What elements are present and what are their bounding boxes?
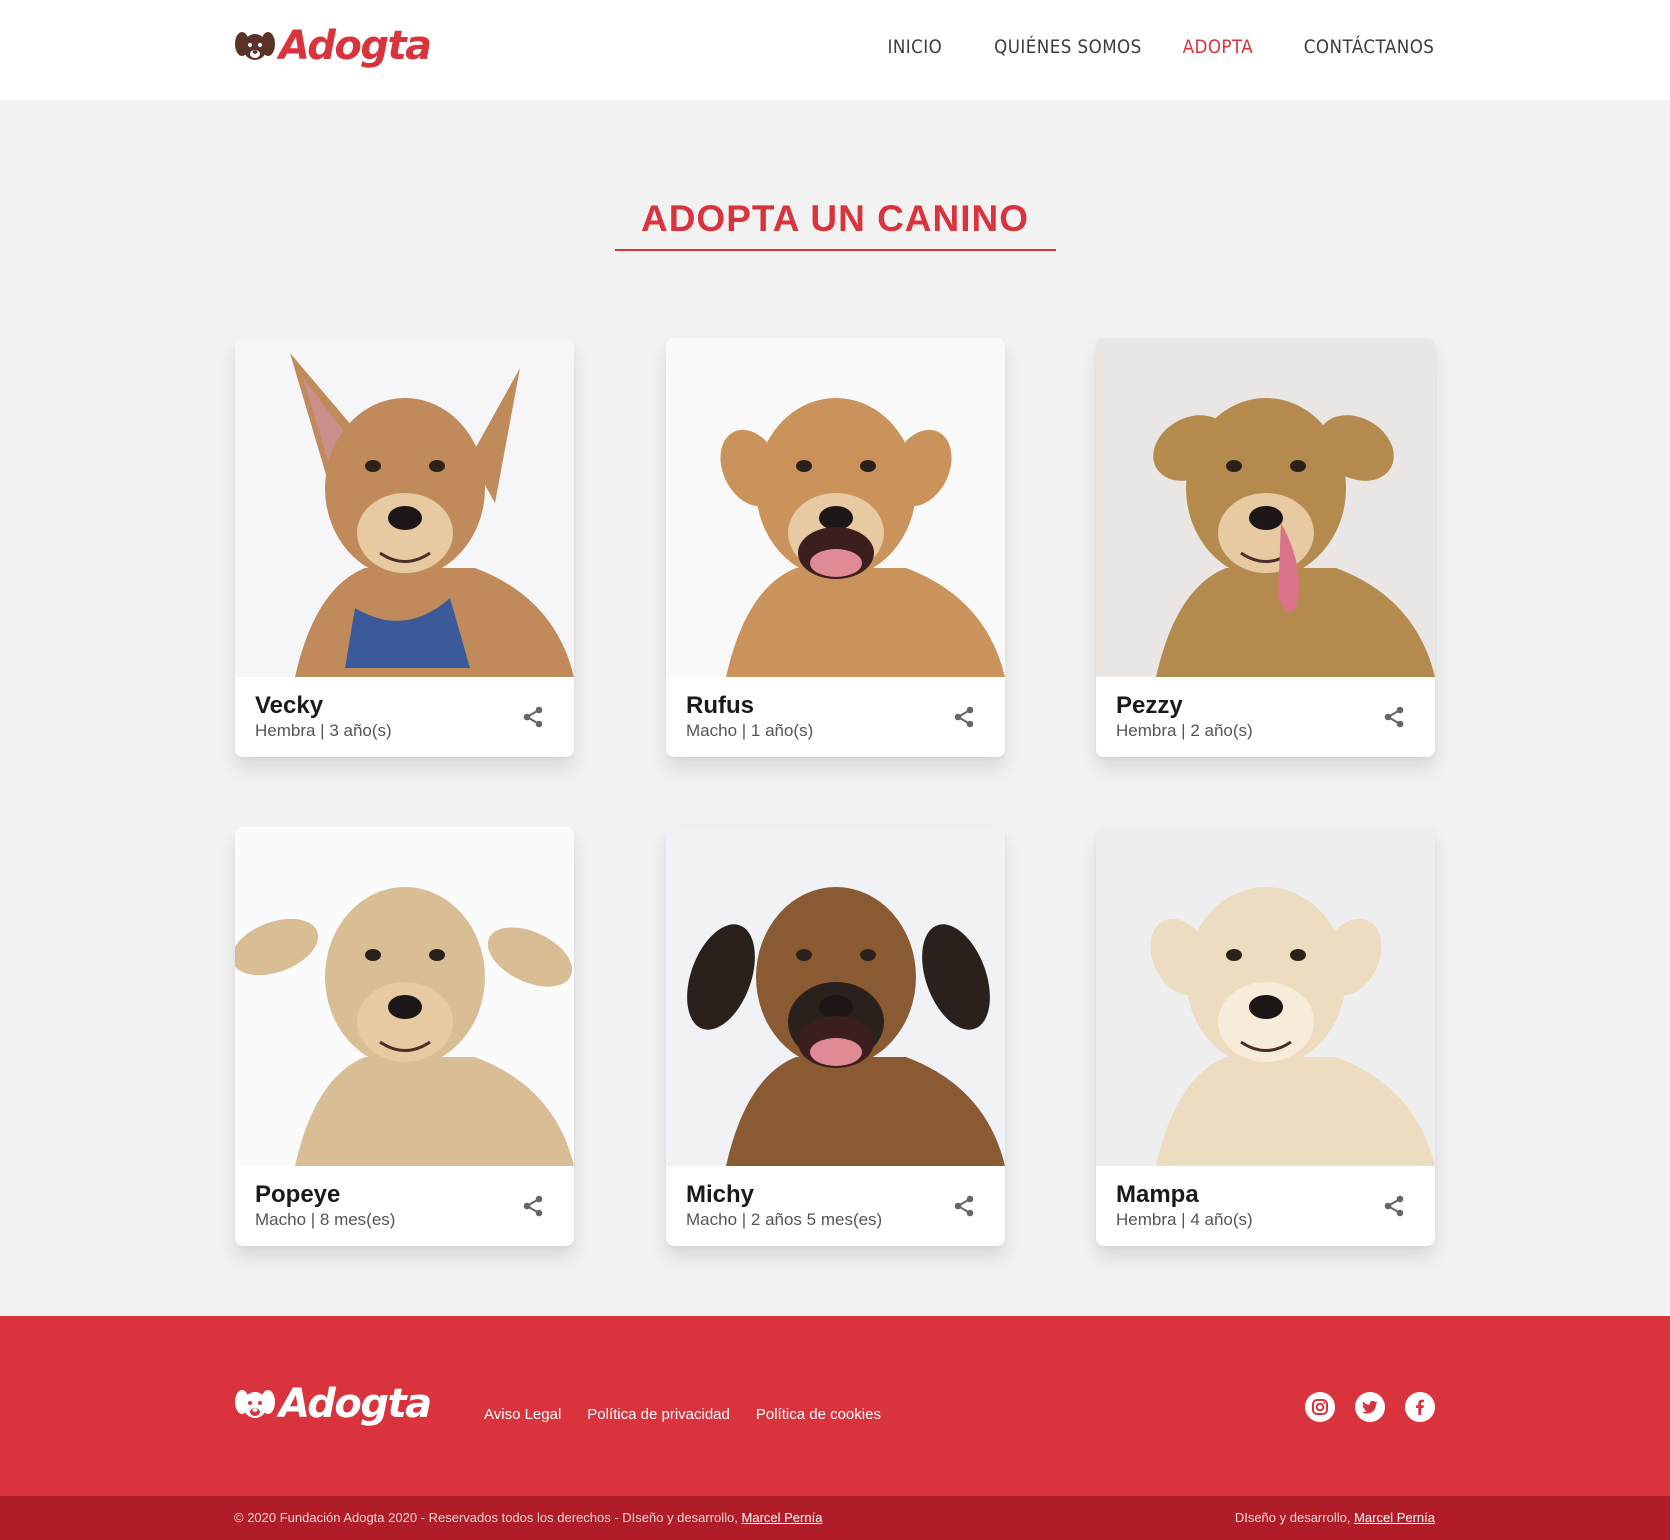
share-icon[interactable] bbox=[951, 704, 977, 730]
dog-photo-big-ears[interactable] bbox=[235, 338, 574, 677]
site-header: Adogta INICIO QUIÉNES SOMOS ADOPTA CONTÁ… bbox=[0, 0, 1670, 100]
footer-link-privacidad[interactable]: Política de privacidad bbox=[587, 1406, 730, 1423]
share-icon[interactable] bbox=[951, 1193, 977, 1219]
footer-links: Aviso Legal Política de privacidad Polít… bbox=[484, 1406, 881, 1423]
nav-item-contactanos[interactable]: CONTÁCTANOS bbox=[1303, 36, 1434, 58]
dog-card[interactable]: Mampa Hembra | 4 año(s) bbox=[1096, 827, 1435, 1246]
dog-card[interactable]: Michy Macho | 2 años 5 mes(es) bbox=[666, 827, 1005, 1246]
footer-link-aviso-legal[interactable]: Aviso Legal bbox=[484, 1406, 561, 1423]
facebook-icon[interactable] bbox=[1405, 1392, 1435, 1422]
page-title-wrap: ADOPTA UN CANINO bbox=[0, 198, 1670, 240]
main-nav: INICIO QUIÉNES SOMOS ADOPTA CONTÁCTANOS bbox=[880, 36, 1435, 58]
dog-name: Pezzy bbox=[1116, 692, 1183, 719]
dog-name: Michy bbox=[686, 1181, 755, 1208]
dog-info: Hembra | 3 año(s) bbox=[255, 721, 392, 740]
instagram-icon[interactable] bbox=[1305, 1392, 1335, 1422]
credit-label: DIseño y desarrollo, bbox=[1234, 1510, 1351, 1525]
copyright-label: © 2020 Fundación Adogta 2020 - Reservado… bbox=[234, 1510, 738, 1525]
page-title: ADOPTA UN CANINO bbox=[640, 198, 1030, 239]
title-underline bbox=[615, 249, 1056, 251]
dog-photo-open-mouth[interactable] bbox=[666, 338, 1005, 677]
dog-info: Hembra | 4 año(s) bbox=[1116, 1210, 1253, 1229]
dog-name: Mampa bbox=[1116, 1181, 1199, 1208]
dog-card[interactable]: Pezzy Hembra | 2 año(s) bbox=[1096, 338, 1435, 757]
logo-wordmark: Adogta bbox=[279, 1381, 432, 1427]
dog-info: Macho | 1 año(s) bbox=[686, 721, 814, 740]
copyright-bar: © 2020 Fundación Adogta 2020 - Reservado… bbox=[0, 1496, 1670, 1540]
dog-logo-icon bbox=[235, 32, 275, 60]
dog-info: Macho | 2 años 5 mes(es) bbox=[686, 1210, 883, 1229]
share-icon[interactable] bbox=[520, 1193, 546, 1219]
dog-info: Macho | 8 mes(es) bbox=[255, 1210, 396, 1229]
share-icon[interactable] bbox=[1381, 1193, 1407, 1219]
copyright-text: © 2020 Fundación Adogta 2020 - Reservado… bbox=[234, 1510, 822, 1525]
share-icon[interactable] bbox=[1381, 704, 1407, 730]
dog-card[interactable]: Popeye Macho | 8 mes(es) bbox=[235, 827, 574, 1246]
share-icon[interactable] bbox=[520, 704, 546, 730]
footer-logo[interactable]: Adogta bbox=[234, 1381, 432, 1427]
dog-name: Popeye bbox=[255, 1181, 341, 1208]
dog-photo-floppy-ears[interactable] bbox=[235, 827, 574, 1166]
dog-card[interactable]: Vecky Hembra | 3 año(s) bbox=[235, 338, 574, 757]
site-footer: Adogta Aviso Legal Política de privacida… bbox=[0, 1316, 1670, 1496]
header-logo[interactable]: Adogta bbox=[234, 23, 432, 69]
logo-wordmark: Adogta bbox=[279, 23, 432, 69]
dog-photo-cream[interactable] bbox=[1096, 827, 1435, 1166]
designer-link[interactable]: Marcel Pernía bbox=[742, 1510, 823, 1525]
dog-card[interactable]: Rufus Macho | 1 año(s) bbox=[666, 338, 1005, 757]
dog-photo-tongue-out[interactable] bbox=[1096, 338, 1435, 677]
designer-link-right[interactable]: Marcel Pernía bbox=[1354, 1510, 1435, 1525]
nav-item-adopta[interactable]: ADOPTA bbox=[1183, 36, 1254, 58]
nav-item-inicio[interactable]: INICIO bbox=[887, 36, 942, 58]
dog-name: Vecky bbox=[255, 692, 324, 719]
credit-text: DIseño y desarrollo, Marcel Pernía bbox=[1235, 1510, 1435, 1525]
dog-info: Hembra | 2 año(s) bbox=[1116, 721, 1253, 740]
twitter-icon[interactable] bbox=[1355, 1392, 1385, 1422]
nav-item-quienes-somos[interactable]: QUIÉNES SOMOS bbox=[994, 36, 1142, 58]
dog-logo-icon bbox=[235, 1390, 275, 1418]
dog-photo-dark-muzzle[interactable] bbox=[666, 827, 1005, 1166]
footer-link-cookies[interactable]: Política de cookies bbox=[756, 1406, 881, 1423]
dog-name: Rufus bbox=[686, 692, 754, 719]
